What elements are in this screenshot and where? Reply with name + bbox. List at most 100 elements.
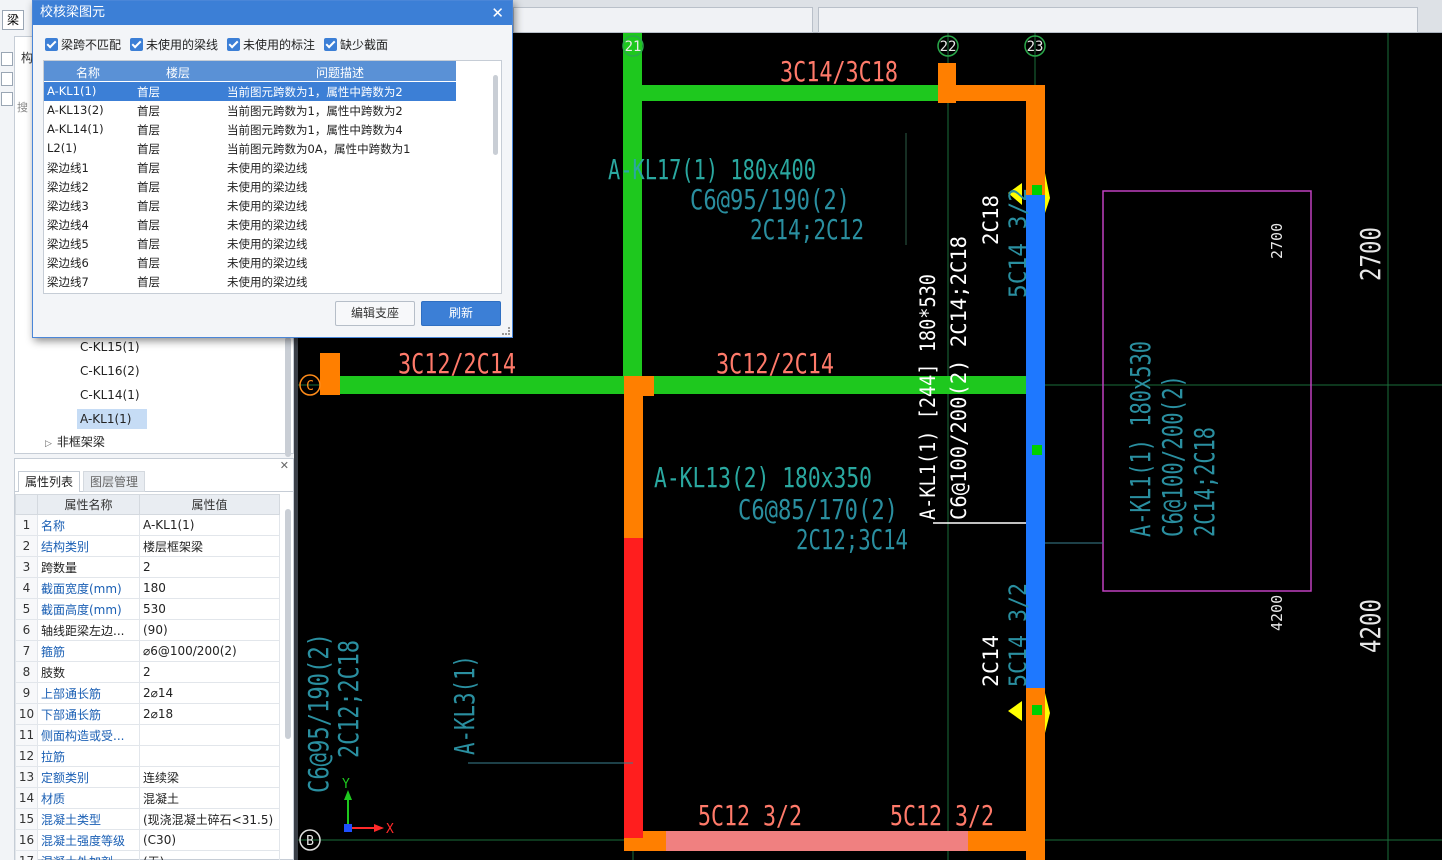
support-marker bbox=[1045, 693, 1050, 733]
cell-desc: 未使用的梁边线 bbox=[227, 199, 308, 213]
cell-desc: 未使用的梁边线 bbox=[227, 237, 308, 251]
property-value[interactable]: 180 bbox=[139, 577, 280, 599]
close-icon[interactable]: ✕ bbox=[491, 1, 504, 25]
toolbar-icon[interactable] bbox=[1, 52, 13, 66]
support-marker bbox=[1008, 701, 1022, 721]
property-value[interactable]: A-KL1(1) bbox=[139, 514, 280, 536]
property-row[interactable]: 15 混凝土类型 (现浇混凝土碎石<31.5) bbox=[15, 808, 280, 830]
grid-scrollbar[interactable] bbox=[493, 75, 498, 155]
property-panel: ✕ 属性列表 图层管理 属性名称 属性值 1 名称 A-KL1(1) 2 结构类别 楼层框… bbox=[14, 458, 294, 860]
drawing-tab[interactable] bbox=[513, 7, 813, 33]
property-row[interactable]: 13 定额类别 连续梁 bbox=[15, 766, 280, 788]
checkbox-unused-lines[interactable]: 未使用的梁线 bbox=[130, 37, 218, 53]
col-floor: 楼层 bbox=[166, 66, 191, 80]
grid-row[interactable]: 梁边线7 首层 未使用的梁边线 bbox=[44, 272, 456, 291]
checkbox-unused-labels[interactable]: 未使用的标注 bbox=[227, 37, 315, 53]
grid-row-selected[interactable]: A-KL1(1) 首层 当前图元跨数为1，属性中跨数为2 bbox=[44, 82, 456, 101]
property-value[interactable]: ⌀6@100/200(2) bbox=[139, 640, 280, 662]
grid-row[interactable]: 梁边线1 首层 未使用的梁边线 bbox=[44, 158, 456, 177]
property-row[interactable]: 8 肢数 2 bbox=[15, 661, 280, 683]
tree-item-selected[interactable]: A-KL1(1) bbox=[77, 409, 147, 429]
label-top-beam: 3C14/3C18 bbox=[780, 55, 898, 88]
grid-row[interactable]: L2(1) 首层 当前图元跨数为0A，属性中跨数为1 bbox=[44, 139, 456, 158]
property-row[interactable]: 17混凝土外加剂(无) bbox=[15, 850, 280, 860]
grid-row[interactable]: 梁边线6 首层 未使用的梁边线 bbox=[44, 253, 456, 272]
property-value[interactable] bbox=[139, 745, 280, 767]
property-row[interactable]: 9 上部通长筋 2⌀14 bbox=[15, 682, 280, 704]
tree-group-nonframe[interactable]: ▷ 非框架梁 bbox=[45, 433, 105, 450]
property-value[interactable]: (90) bbox=[139, 619, 280, 641]
label-kl17-3: 2C14;2C12 bbox=[750, 213, 864, 246]
checkbox-missing-section[interactable]: 缺少截面 bbox=[324, 37, 388, 53]
property-row[interactable]: 7 箍筋 ⌀6@100/200(2) bbox=[15, 640, 280, 662]
toolbar-icon[interactable] bbox=[1, 92, 13, 106]
property-row[interactable]: 2 结构类别 楼层框架梁 bbox=[15, 535, 280, 557]
expand-arrow-icon[interactable]: ▷ bbox=[45, 439, 52, 449]
property-value[interactable]: 2 bbox=[139, 556, 280, 578]
edit-support-button[interactable]: 编辑支座 bbox=[335, 301, 415, 326]
row-index: 5 bbox=[15, 598, 38, 620]
label-left-v2: 2C12;2C18 bbox=[332, 640, 365, 758]
property-value[interactable]: 楼层框架梁 bbox=[139, 535, 280, 557]
drawing-tab[interactable] bbox=[818, 7, 1418, 33]
toolbar-icon[interactable] bbox=[1, 72, 13, 86]
label-2c14: 2C14 bbox=[979, 635, 1003, 687]
label-kl13-3: 2C12;3C14 bbox=[796, 523, 908, 556]
cell-desc: 未使用的梁边线 bbox=[227, 161, 308, 175]
property-row[interactable]: 4 截面宽度(mm) 180 bbox=[15, 577, 280, 599]
dialog-titlebar[interactable]: 校核梁图元 ✕ bbox=[33, 1, 512, 25]
cell-floor: 首层 bbox=[137, 218, 160, 232]
property-row[interactable]: 6 轴线距梁左边... (90) bbox=[15, 619, 280, 641]
module-tab-label[interactable]: 梁 bbox=[2, 10, 24, 30]
property-row[interactable]: 1 名称 A-KL1(1) bbox=[15, 514, 280, 536]
property-value[interactable]: 2⌀14 bbox=[139, 682, 280, 704]
grid-row[interactable]: 梁边线3 首层 未使用的梁边线 bbox=[44, 196, 456, 215]
checkbox-span-mismatch[interactable]: 梁跨不匹配 bbox=[45, 37, 121, 53]
label-box-3: 2C14;2C18 bbox=[1188, 427, 1221, 537]
tree-item[interactable]: C-KL15(1) bbox=[77, 337, 143, 357]
property-value[interactable]: (无) bbox=[139, 850, 280, 860]
property-value[interactable]: (现浇混凝土碎石<31.5) bbox=[139, 808, 280, 830]
property-value[interactable] bbox=[139, 724, 280, 746]
cell-name: A-KL14(1) bbox=[47, 122, 104, 136]
property-name: 截面宽度(mm) bbox=[37, 577, 140, 599]
property-row[interactable]: 3 跨数量 2 bbox=[15, 556, 280, 578]
tree-item[interactable]: C-KL16(2) bbox=[77, 361, 143, 381]
property-name: 名称 bbox=[37, 514, 140, 536]
property-row[interactable]: 12 拉筋 bbox=[15, 745, 280, 767]
tab-layer-manage[interactable]: 图层管理 bbox=[83, 471, 146, 492]
grid-row[interactable]: 梁边线4 首层 未使用的梁边线 bbox=[44, 215, 456, 234]
resize-grip-icon[interactable] bbox=[502, 327, 510, 335]
property-value[interactable]: 2⌀18 bbox=[139, 703, 280, 725]
row-index: 13 bbox=[15, 766, 38, 788]
property-value[interactable]: 混凝土 bbox=[139, 787, 280, 809]
property-value[interactable]: 2 bbox=[139, 661, 280, 683]
refresh-button[interactable]: 刷新 bbox=[421, 301, 501, 326]
property-row[interactable]: 11 侧面构造或受... bbox=[15, 724, 280, 746]
tab-property-list[interactable]: 属性列表 bbox=[18, 471, 81, 492]
property-row[interactable]: 14 材质 混凝土 bbox=[15, 787, 280, 809]
cell-name: 梁边线7 bbox=[47, 275, 89, 289]
tree-scrollbar[interactable] bbox=[285, 337, 291, 457]
property-row[interactable]: 10 下部通长筋 2⌀18 bbox=[15, 703, 280, 725]
property-value[interactable]: 连续梁 bbox=[139, 766, 280, 788]
grid-row[interactable]: 梁边线2 首层 未使用的梁边线 bbox=[44, 177, 456, 196]
grid-row[interactable]: A-KL13(2) 首层 当前图元跨数为1，属性中跨数为2 bbox=[44, 101, 456, 120]
checkbox-checked-icon[interactable] bbox=[227, 38, 240, 51]
property-value[interactable]: 530 bbox=[139, 598, 280, 620]
property-name: 混凝土强度等级 bbox=[37, 829, 140, 851]
property-value[interactable]: (C30) bbox=[139, 829, 280, 851]
checkbox-checked-icon[interactable] bbox=[324, 38, 337, 51]
property-name: 上部通长筋 bbox=[37, 682, 140, 704]
checkbox-label: 缺少截面 bbox=[340, 38, 389, 52]
grid-row[interactable]: A-KL14(1) 首层 当前图元跨数为1，属性中跨数为4 bbox=[44, 120, 456, 139]
cell-desc: 当前图元跨数为1，属性中跨数为2 bbox=[227, 85, 403, 99]
grid-row[interactable]: 梁边线5 首层 未使用的梁边线 bbox=[44, 234, 456, 253]
property-row[interactable]: 16 混凝土强度等级 (C30) bbox=[15, 829, 280, 851]
checkbox-checked-icon[interactable] bbox=[130, 38, 143, 51]
tree-item[interactable]: C-KL14(1) bbox=[77, 385, 143, 405]
property-scrollbar[interactable] bbox=[285, 509, 291, 739]
search-input[interactable]: 搜 bbox=[17, 99, 28, 115]
checkbox-checked-icon[interactable] bbox=[45, 38, 58, 51]
property-row[interactable]: 5 截面高度(mm) 530 bbox=[15, 598, 280, 620]
